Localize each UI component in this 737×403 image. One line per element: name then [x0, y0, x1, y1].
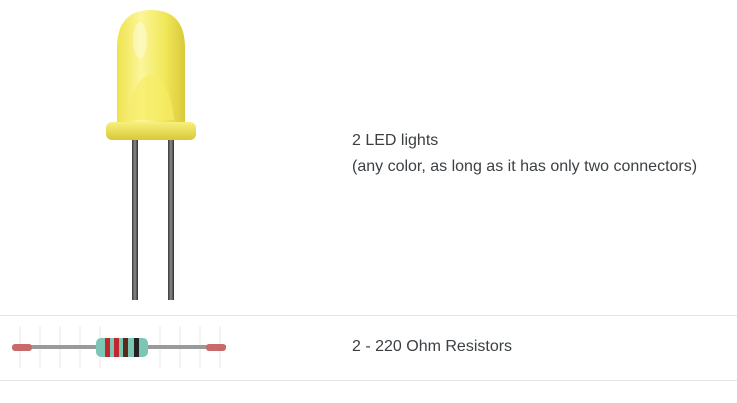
- led-note: (any color, as long as it has only two c…: [352, 158, 698, 175]
- led-lead-right: [168, 136, 174, 300]
- led-description: 2 LED lights (any color, as long as it h…: [352, 128, 697, 180]
- resistor-band-2: [114, 338, 119, 357]
- parts-list: 2 LED lights (any color, as long as it h…: [0, 0, 737, 403]
- resistor-band-1: [105, 338, 110, 357]
- led-title: 2 LED lights: [352, 132, 439, 149]
- resistor-lead-tip-left: [12, 344, 32, 351]
- resistor-image: [0, 316, 240, 385]
- resistor-body: [96, 338, 148, 357]
- resistor-lead-tip-right: [206, 344, 226, 351]
- resistor-title: 2 - 220 Ohm Resistors: [352, 338, 513, 355]
- resistor-band-4: [134, 338, 139, 357]
- resistor-description: 2 - 220 Ohm Resistors: [352, 334, 512, 360]
- resistor-band-3: [123, 338, 128, 357]
- led-lead-left: [132, 136, 138, 300]
- parts-row-resistor: 2 - 220 Ohm Resistors: [0, 316, 737, 381]
- led-rim: [106, 122, 196, 140]
- parts-row-led: 2 LED lights (any color, as long as it h…: [0, 0, 737, 316]
- led-image: [0, 0, 300, 315]
